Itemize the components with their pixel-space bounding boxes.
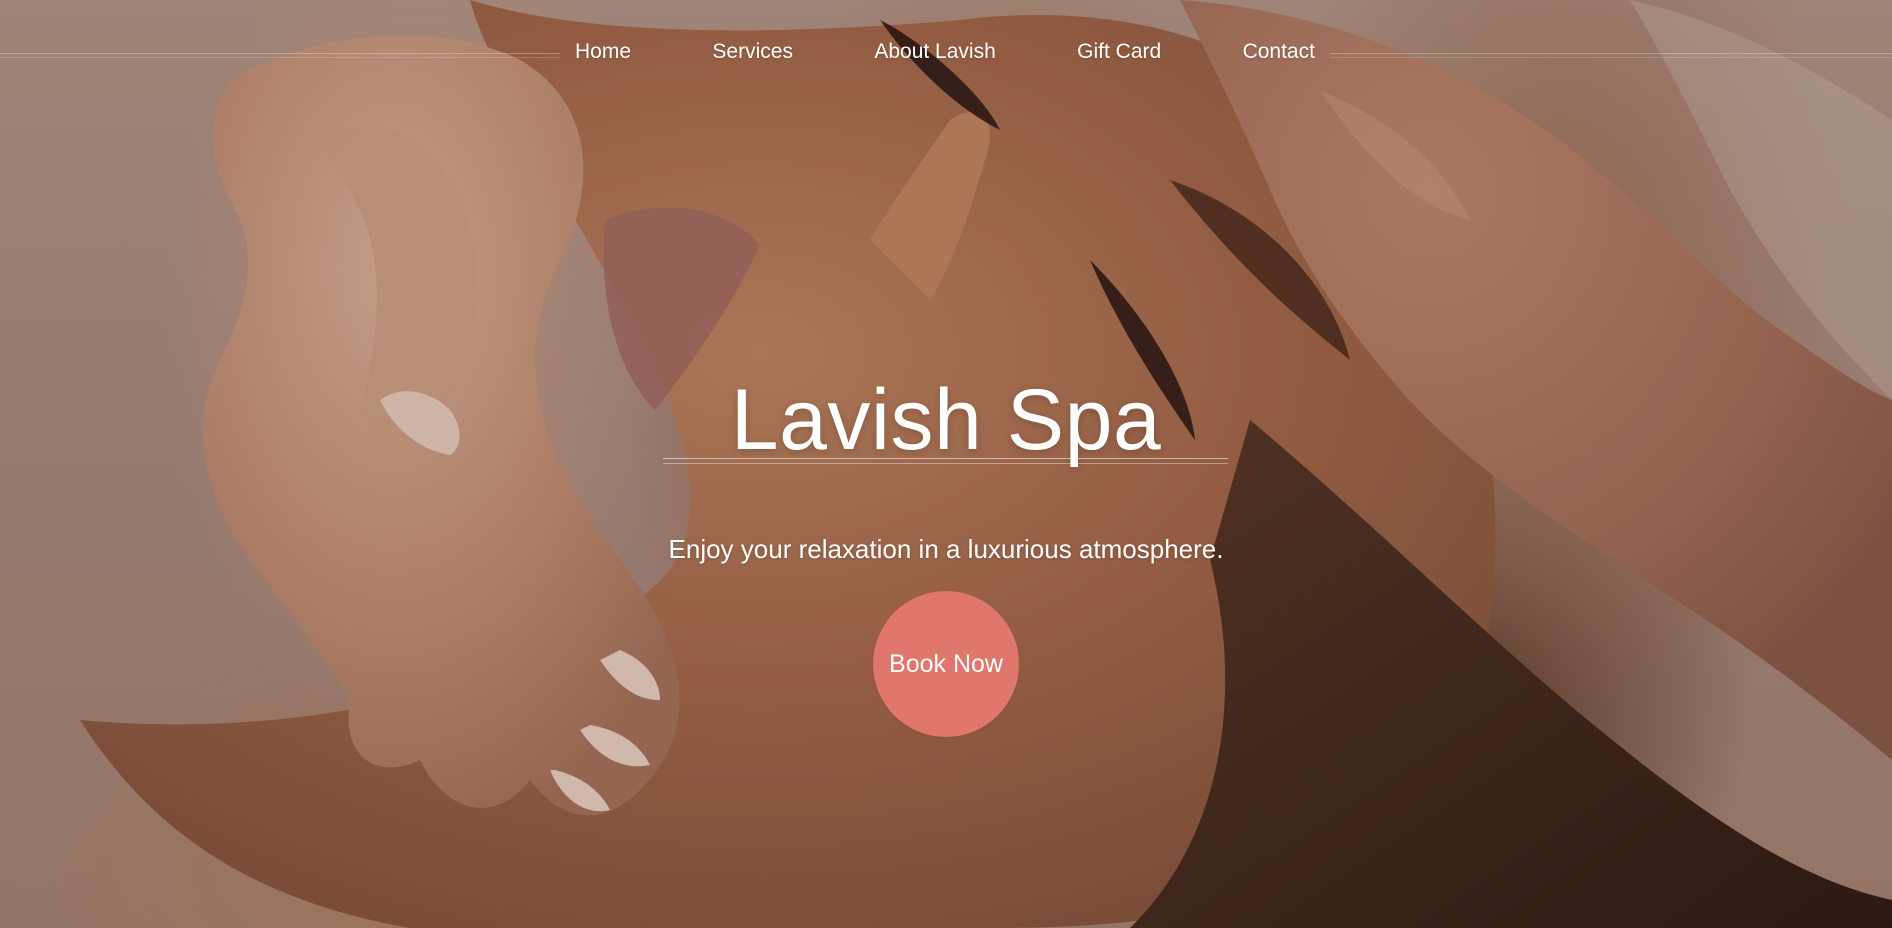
main-nav: Home Services About Lavish Gift Card Con… <box>575 36 1315 68</box>
nav-right-rule <box>1330 53 1892 58</box>
hero-section: Home Services About Lavish Gift Card Con… <box>0 0 1892 928</box>
nav-contact-link[interactable]: Contact <box>1243 40 1315 64</box>
hero-title: Lavish Spa <box>730 371 1162 468</box>
nav-about-lavish-link[interactable]: About Lavish <box>874 40 995 64</box>
hero-subtitle: Enjoy your relaxation in a luxurious atm… <box>668 534 1224 564</box>
nav-left-rule <box>0 53 560 58</box>
nav-gift-card-link[interactable]: Gift Card <box>1077 40 1161 64</box>
book-now-button[interactable]: Book Now <box>873 591 1019 737</box>
nav-services-link[interactable]: Services <box>712 40 793 64</box>
nav-home-link[interactable]: Home <box>575 40 631 64</box>
hero-divider <box>663 458 1228 464</box>
